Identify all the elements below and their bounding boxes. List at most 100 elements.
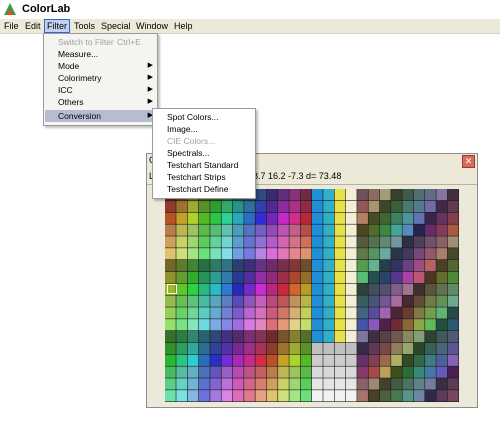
color-patch[interactable] <box>244 390 255 402</box>
color-patch[interactable] <box>436 295 448 307</box>
color-patch[interactable] <box>198 331 210 343</box>
color-patch[interactable] <box>323 307 335 319</box>
color-patch[interactable] <box>289 354 301 366</box>
color-patch[interactable] <box>357 319 368 331</box>
color-patch[interactable] <box>413 390 425 402</box>
color-patch[interactable] <box>413 378 425 390</box>
submenu-item-testchart-strips[interactable]: Testchart Strips <box>154 171 254 183</box>
color-patch[interactable] <box>232 236 244 248</box>
color-patch[interactable] <box>323 342 335 355</box>
color-patch[interactable] <box>357 354 368 366</box>
color-patch[interactable] <box>345 378 357 390</box>
color-patch[interactable] <box>255 295 267 307</box>
menu-file[interactable]: File <box>2 20 21 33</box>
color-patch[interactable] <box>391 200 402 213</box>
color-patch[interactable] <box>312 248 323 260</box>
color-patch[interactable] <box>289 342 301 355</box>
color-patch[interactable] <box>300 366 312 378</box>
color-patch[interactable] <box>300 319 312 331</box>
color-patch[interactable] <box>266 271 278 284</box>
color-patch[interactable] <box>425 366 436 378</box>
submenu-item-cie-colors[interactable]: CIE Colors... <box>154 135 254 147</box>
color-patch[interactable] <box>198 319 210 331</box>
submenu-item-testchart-define[interactable]: Testchart Define <box>154 183 254 195</box>
color-patch[interactable] <box>244 271 255 284</box>
color-patch[interactable] <box>425 295 436 307</box>
color-patch[interactable] <box>210 378 221 390</box>
color-patch[interactable] <box>165 390 176 402</box>
color-patch[interactable] <box>323 319 335 331</box>
menu-item-conversion[interactable]: Conversion ▶ <box>45 110 156 122</box>
color-patch[interactable] <box>278 212 289 224</box>
color-patch[interactable] <box>232 260 244 272</box>
color-patch[interactable] <box>357 260 368 272</box>
color-patch[interactable] <box>368 378 380 390</box>
menu-item-colorimetry[interactable]: Colorimetry ▶ <box>45 72 156 84</box>
color-patch[interactable] <box>345 248 357 260</box>
menu-window[interactable]: Window <box>134 20 170 33</box>
color-patch[interactable] <box>334 248 346 260</box>
color-patch[interactable] <box>413 319 425 331</box>
color-patch[interactable] <box>425 271 436 284</box>
color-patch[interactable] <box>391 189 402 201</box>
color-patch[interactable] <box>357 212 368 224</box>
color-patch[interactable] <box>425 248 436 260</box>
color-patch[interactable] <box>323 295 335 307</box>
color-patch[interactable] <box>357 271 368 284</box>
color-patch[interactable] <box>255 212 267 224</box>
color-patch[interactable] <box>278 378 289 390</box>
color-patch[interactable] <box>255 342 267 355</box>
color-patch[interactable] <box>323 200 335 213</box>
color-patch[interactable] <box>244 236 255 248</box>
color-patch[interactable] <box>266 319 278 331</box>
color-patch[interactable] <box>255 189 267 201</box>
color-patch[interactable] <box>300 236 312 248</box>
color-patch[interactable] <box>368 189 380 201</box>
color-patch[interactable] <box>176 354 188 366</box>
color-patch[interactable] <box>447 354 459 366</box>
color-patch[interactable] <box>165 260 176 272</box>
color-patch[interactable] <box>323 331 335 343</box>
color-patch[interactable] <box>413 236 425 248</box>
color-patch[interactable] <box>357 248 368 260</box>
color-patch[interactable] <box>436 260 448 272</box>
color-patch[interactable] <box>187 260 199 272</box>
color-patch[interactable] <box>289 271 301 284</box>
color-patch[interactable] <box>244 212 255 224</box>
color-patch[interactable] <box>266 283 278 295</box>
color-patch[interactable] <box>198 248 210 260</box>
color-patch[interactable] <box>232 354 244 366</box>
color-patch[interactable] <box>334 390 346 402</box>
color-patch[interactable] <box>379 390 391 402</box>
color-patch[interactable] <box>345 366 357 378</box>
color-patch[interactable] <box>402 271 414 284</box>
color-patch[interactable] <box>221 319 233 331</box>
color-patch[interactable] <box>300 354 312 366</box>
color-patch[interactable] <box>334 331 346 343</box>
color-patch[interactable] <box>232 271 244 284</box>
color-patch[interactable] <box>266 200 278 213</box>
color-patch[interactable] <box>379 236 391 248</box>
color-patch[interactable] <box>278 271 289 284</box>
color-patch[interactable] <box>221 260 233 272</box>
color-patch[interactable] <box>368 260 380 272</box>
color-patch[interactable] <box>300 342 312 355</box>
color-patch[interactable] <box>165 342 176 355</box>
color-patch[interactable] <box>312 319 323 331</box>
color-patch[interactable] <box>391 354 402 366</box>
color-patch[interactable] <box>436 378 448 390</box>
color-patch[interactable] <box>334 295 346 307</box>
color-patch[interactable] <box>300 331 312 343</box>
color-patch[interactable] <box>187 200 199 213</box>
color-patch[interactable] <box>221 212 233 224</box>
color-patch[interactable] <box>402 236 414 248</box>
color-patch[interactable] <box>244 378 255 390</box>
color-patch[interactable] <box>413 189 425 201</box>
color-patch[interactable] <box>165 319 176 331</box>
color-patch[interactable] <box>255 307 267 319</box>
color-patch[interactable] <box>176 378 188 390</box>
color-patch[interactable] <box>357 189 368 201</box>
color-patch[interactable] <box>278 319 289 331</box>
color-patch[interactable] <box>244 260 255 272</box>
color-patch[interactable] <box>345 390 357 402</box>
